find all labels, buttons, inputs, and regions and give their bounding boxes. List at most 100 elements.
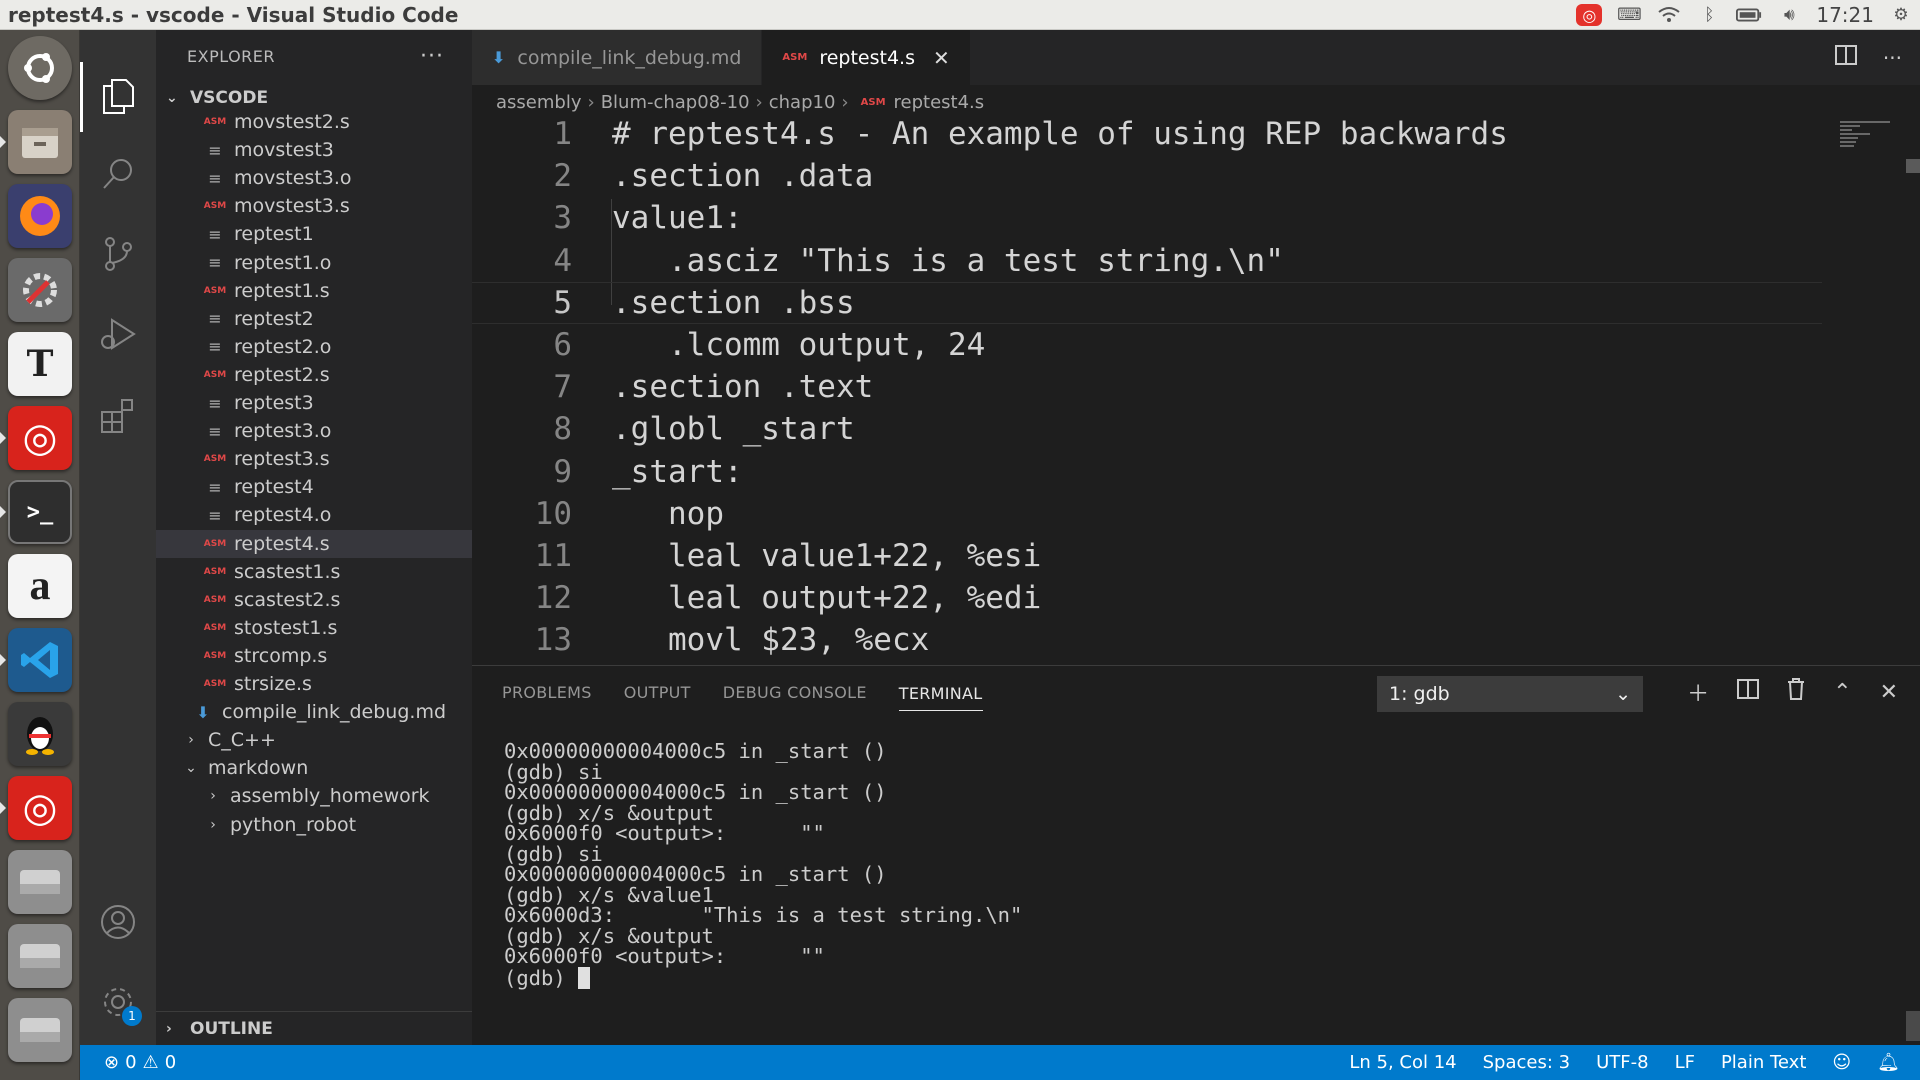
split-editor-icon[interactable]	[1834, 45, 1857, 70]
code-line[interactable]: 2 .section .data	[472, 155, 1822, 197]
file-item[interactable]: ASM reptest3.s	[156, 445, 472, 473]
language-mode[interactable]: Plain Text	[1721, 1052, 1806, 1073]
code-line[interactable]: 8 .globl _start	[472, 408, 1822, 450]
file-item[interactable]: ASM reptest1.s	[156, 277, 472, 305]
file-item[interactable]: ASM movstest2.s	[156, 108, 472, 136]
code-line[interactable]: 11 leal value1+22, %esi	[472, 535, 1822, 577]
code-line[interactable]: 10 nop	[472, 493, 1822, 535]
breadcrumb-item[interactable]: assembly	[496, 92, 581, 113]
code-line[interactable]: 1 # reptest4.s - An example of using REP …	[472, 119, 1822, 155]
file-item[interactable]: ASM stostest1.s	[156, 614, 472, 642]
tab-problems[interactable]: PROBLEMS	[502, 666, 592, 718]
file-item[interactable]: ASM strsize.s	[156, 670, 472, 698]
battery-icon[interactable]	[1736, 4, 1762, 26]
more-actions-button[interactable]: ···	[420, 44, 444, 69]
file-item[interactable]: ≡ reptest1.o	[156, 249, 472, 277]
file-item[interactable]: ≡ reptest2	[156, 305, 472, 333]
file-item[interactable]: ≡ reptest1	[156, 220, 472, 248]
folder-item[interactable]: › assembly_homework	[156, 782, 472, 810]
code-line[interactable]: 13 movl $23, %ecx	[472, 619, 1822, 661]
bluetooth-icon[interactable]: ᛒ	[1696, 4, 1722, 26]
ubuntu-dash-icon[interactable]	[8, 36, 72, 100]
wifi-icon[interactable]	[1656, 4, 1682, 26]
code-line[interactable]: 9 _start:	[472, 451, 1822, 493]
drive-icon[interactable]	[8, 850, 72, 914]
feedback-icon[interactable]: ☺	[1832, 1052, 1851, 1073]
file-item[interactable]: ≡ reptest4.o	[156, 501, 472, 529]
file-item[interactable]: ASM reptest2.s	[156, 361, 472, 389]
folder-item[interactable]: › C_C++	[156, 726, 472, 754]
run-debug-icon[interactable]	[92, 308, 144, 360]
keyboard-icon[interactable]: ⌨	[1616, 4, 1642, 26]
firefox-icon[interactable]	[8, 184, 72, 248]
volume-icon[interactable]: 🔊︎	[1776, 4, 1802, 26]
folder-item[interactable]: › python_robot	[156, 811, 472, 839]
breadcrumb-item[interactable]: Blum-chap08-10	[601, 92, 750, 113]
file-item[interactable]: ≡ reptest3	[156, 389, 472, 417]
code-line[interactable]: 5 .section .bss	[472, 281, 1822, 324]
breadcrumb-item[interactable]: chap10	[769, 92, 836, 113]
split-terminal-icon[interactable]	[1737, 679, 1760, 705]
tab-compile-link-debug[interactable]: ⬇ compile_link_debug.md	[472, 30, 763, 85]
drive-icon-2[interactable]	[8, 924, 72, 988]
file-item-md[interactable]: ⬇ compile_link_debug.md	[156, 698, 472, 726]
code-line[interactable]: 12 leal output+22, %edi	[472, 577, 1822, 619]
amazon-icon[interactable]: a	[8, 554, 72, 618]
terminal-select[interactable]: 1: gdb ⌄	[1377, 676, 1643, 712]
drive-icon-3[interactable]	[8, 998, 72, 1062]
search-icon[interactable]	[92, 148, 144, 200]
maximize-panel-icon[interactable]: ⌃	[1833, 680, 1851, 705]
qq-icon[interactable]	[8, 702, 72, 766]
file-item[interactable]: ASM scastest1.s	[156, 558, 472, 586]
netease-music-icon[interactable]: ◎	[8, 406, 72, 470]
minimap[interactable]	[1840, 119, 1900, 159]
file-item[interactable]: ≡ reptest3.o	[156, 417, 472, 445]
code-line[interactable]: 6 .lcomm output, 24	[472, 324, 1822, 366]
source-control-icon[interactable]	[92, 228, 144, 280]
outline-section[interactable]: › OUTLINE	[156, 1011, 472, 1045]
netease-music-icon[interactable]: ◎	[1576, 4, 1603, 26]
extensions-icon[interactable]	[92, 388, 144, 440]
code-editor[interactable]: 1 # reptest4.s - An example of using REP …	[472, 119, 1920, 665]
manage-gear-icon[interactable]: 1	[92, 976, 144, 1028]
close-icon[interactable]: ✕	[933, 46, 950, 70]
file-item[interactable]: ≡ movstest3	[156, 136, 472, 164]
settings-gear-icon[interactable]: ⚙	[1888, 4, 1914, 26]
trash-icon[interactable]	[1787, 678, 1805, 706]
close-panel-icon[interactable]: ✕	[1880, 680, 1898, 705]
explorer-icon[interactable]	[92, 70, 144, 122]
terminal-prompt-line[interactable]: (gdb)	[504, 966, 1884, 989]
editor-scrollbar[interactable]	[1906, 159, 1920, 173]
tab-debug-console[interactable]: DEBUG CONSOLE	[723, 666, 867, 718]
netease-music-icon-2[interactable]: ◎	[8, 776, 72, 840]
file-item[interactable]: ≡ reptest4	[156, 473, 472, 501]
vscode-icon[interactable]	[8, 628, 72, 692]
tab-output[interactable]: OUTPUT	[624, 666, 691, 718]
file-item[interactable]: ≡ reptest2.o	[156, 333, 472, 361]
file-item[interactable]: ASM scastest2.s	[156, 586, 472, 614]
encoding[interactable]: UTF-8	[1596, 1052, 1648, 1073]
account-icon[interactable]	[92, 896, 144, 948]
file-item[interactable]: ASM strcomp.s	[156, 642, 472, 670]
code-line[interactable]: 4 .asciz "This is a test string.\n"	[472, 240, 1822, 282]
notifications-bell-icon[interactable]: 🔔︎	[1877, 1052, 1900, 1073]
terminal-icon[interactable]: >_	[8, 480, 72, 544]
typora-icon[interactable]: T	[8, 332, 72, 396]
file-item[interactable]: ASM movstest3.s	[156, 192, 472, 220]
new-terminal-icon[interactable]: ＋	[1687, 676, 1709, 708]
files-icon[interactable]	[8, 110, 72, 174]
more-actions-icon[interactable]: ···	[1883, 46, 1902, 70]
file-item[interactable]: ASM reptest4.s	[156, 529, 472, 558]
tab-reptest4[interactable]: ASM reptest4.s ✕	[762, 30, 971, 85]
file-item[interactable]: ≡ movstest3.o	[156, 164, 472, 192]
terminal-output[interactable]: 0x00000000004000c5 in _start () (gdb) si 0…	[504, 741, 1884, 989]
folder-item[interactable]: ⌄ markdown	[156, 754, 472, 782]
terminal-scrollbar[interactable]	[1906, 1011, 1920, 1041]
indentation[interactable]: Spaces: 3	[1483, 1052, 1570, 1073]
system-settings-icon[interactable]	[8, 258, 72, 322]
code-line[interactable]: 7 .section .text	[472, 366, 1822, 408]
breadcrumb-item[interactable]: reptest4.s	[894, 92, 985, 113]
problems-status[interactable]: ⊗ 0 ⚠ 0	[104, 1052, 176, 1073]
code-line[interactable]: 3 value1:	[472, 197, 1822, 239]
clock[interactable]: 17:21	[1816, 3, 1874, 27]
